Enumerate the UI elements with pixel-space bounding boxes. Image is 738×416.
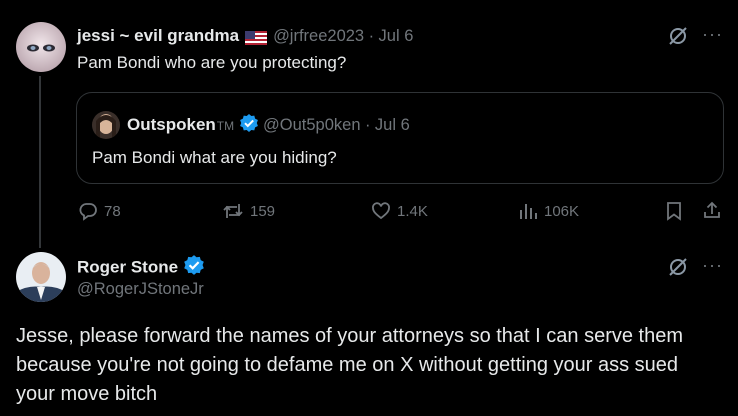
grok-icon[interactable]: [668, 257, 688, 282]
verified-badge-icon: [239, 113, 259, 139]
views-bar-chart-icon: [520, 204, 537, 219]
heart-icon: [372, 202, 390, 220]
quoted-text: Pam Bondi what are you hiding?: [92, 148, 337, 167]
quoted-avatar[interactable]: [92, 111, 120, 139]
display-name[interactable]: jessi ~ evil grandma: [77, 26, 239, 45]
views-button[interactable]: 106K: [518, 201, 579, 221]
reply-count: 78: [104, 202, 121, 220]
tweet-header: jessi ~ evil grandma @jrfree2023 · Jul 6: [77, 25, 413, 48]
more-options-icon[interactable]: ···: [702, 24, 723, 45]
repost-icon: [223, 204, 243, 218]
quoted-date[interactable]: Jul 6: [375, 116, 410, 134]
reply-avatar[interactable]: [16, 252, 66, 302]
avatar[interactable]: [16, 22, 66, 72]
separator-dot: ·: [364, 116, 371, 135]
us-flag-icon: [245, 30, 268, 45]
thread-connector-line: [39, 76, 41, 248]
share-icon[interactable]: [702, 200, 722, 225]
reply-icon: [79, 203, 97, 221]
separator-dot: ·: [368, 27, 375, 45]
views-count: 106K: [544, 202, 580, 220]
reply-text: Jesse, please forward the names of your …: [16, 325, 684, 405]
grok-icon[interactable]: [668, 26, 688, 51]
repost-count: 159: [250, 202, 276, 220]
reply-header: Roger Stone: [77, 254, 205, 283]
reply-handle[interactable]: @RogerJStoneJr: [77, 280, 204, 299]
like-button[interactable]: 1.4K: [371, 201, 428, 221]
quoted-header: OutspokenTM @Out5p0ken · Jul 6: [127, 113, 410, 139]
bookmark-icon[interactable]: [665, 201, 683, 226]
tweet-date[interactable]: Jul 6: [379, 27, 414, 45]
quoted-display-name[interactable]: Outspoken: [127, 115, 216, 134]
reply-button[interactable]: 78: [78, 201, 121, 221]
quoted-tweet[interactable]: OutspokenTM @Out5p0ken · Jul 6 Pam Bondi…: [76, 92, 724, 184]
trademark-suffix: TM: [216, 119, 235, 134]
user-handle[interactable]: @jrfree2023: [273, 27, 364, 45]
reply-display-name[interactable]: Roger Stone: [77, 258, 178, 277]
tweet-text: Pam Bondi who are you protecting?: [77, 53, 347, 72]
repost-button[interactable]: 159: [222, 201, 275, 221]
verified-badge-icon: [183, 254, 205, 283]
quoted-handle[interactable]: @Out5p0ken: [263, 116, 360, 134]
like-count: 1.4K: [397, 202, 428, 220]
more-options-icon[interactable]: ···: [702, 255, 723, 276]
